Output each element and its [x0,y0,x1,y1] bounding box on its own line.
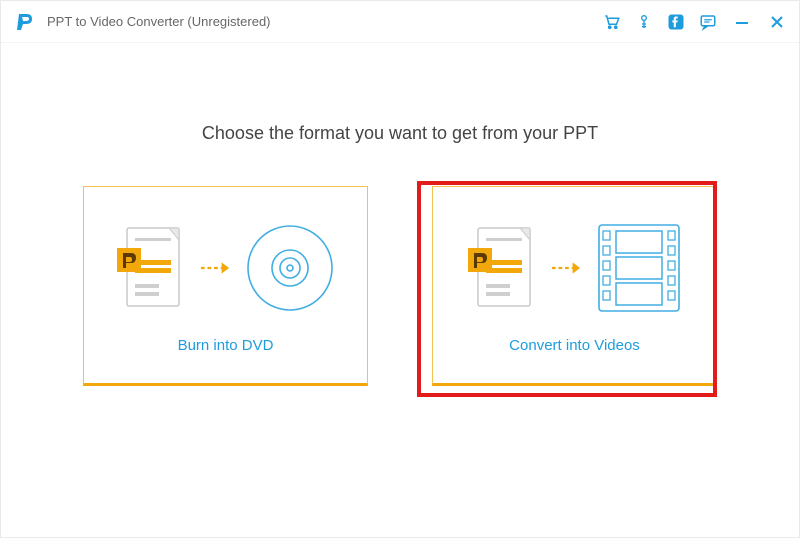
ppt-doc-icon [117,224,185,312]
film-icon [596,222,682,314]
burn-illustration [117,213,335,323]
option-burn-dvd[interactable]: Burn into DVD [83,186,368,386]
option-burn-label: Burn into DVD [178,337,274,354]
title-bar: PPT to Video Converter (Unregistered) [1,1,799,43]
arrow-icon [199,259,231,277]
disc-icon [245,223,335,313]
facebook-icon[interactable] [667,13,685,31]
close-button[interactable] [767,13,787,31]
arrow-icon [550,259,582,277]
option-convert-label: Convert into Videos [509,337,640,354]
format-options: Burn into DVD [61,186,739,386]
main-content: Choose the format you want to get from y… [1,43,799,386]
app-logo-icon [15,11,37,33]
feedback-icon[interactable] [699,13,717,31]
cart-icon[interactable] [603,13,621,31]
app-title: PPT to Video Converter (Unregistered) [47,14,603,29]
minimize-button[interactable] [731,13,753,31]
title-actions [603,13,787,31]
option-convert-video[interactable]: Convert into Videos [432,186,717,386]
page-heading: Choose the format you want to get from y… [61,123,739,144]
ppt-doc-icon [468,224,536,312]
convert-illustration [468,213,682,323]
key-icon[interactable] [635,13,653,31]
